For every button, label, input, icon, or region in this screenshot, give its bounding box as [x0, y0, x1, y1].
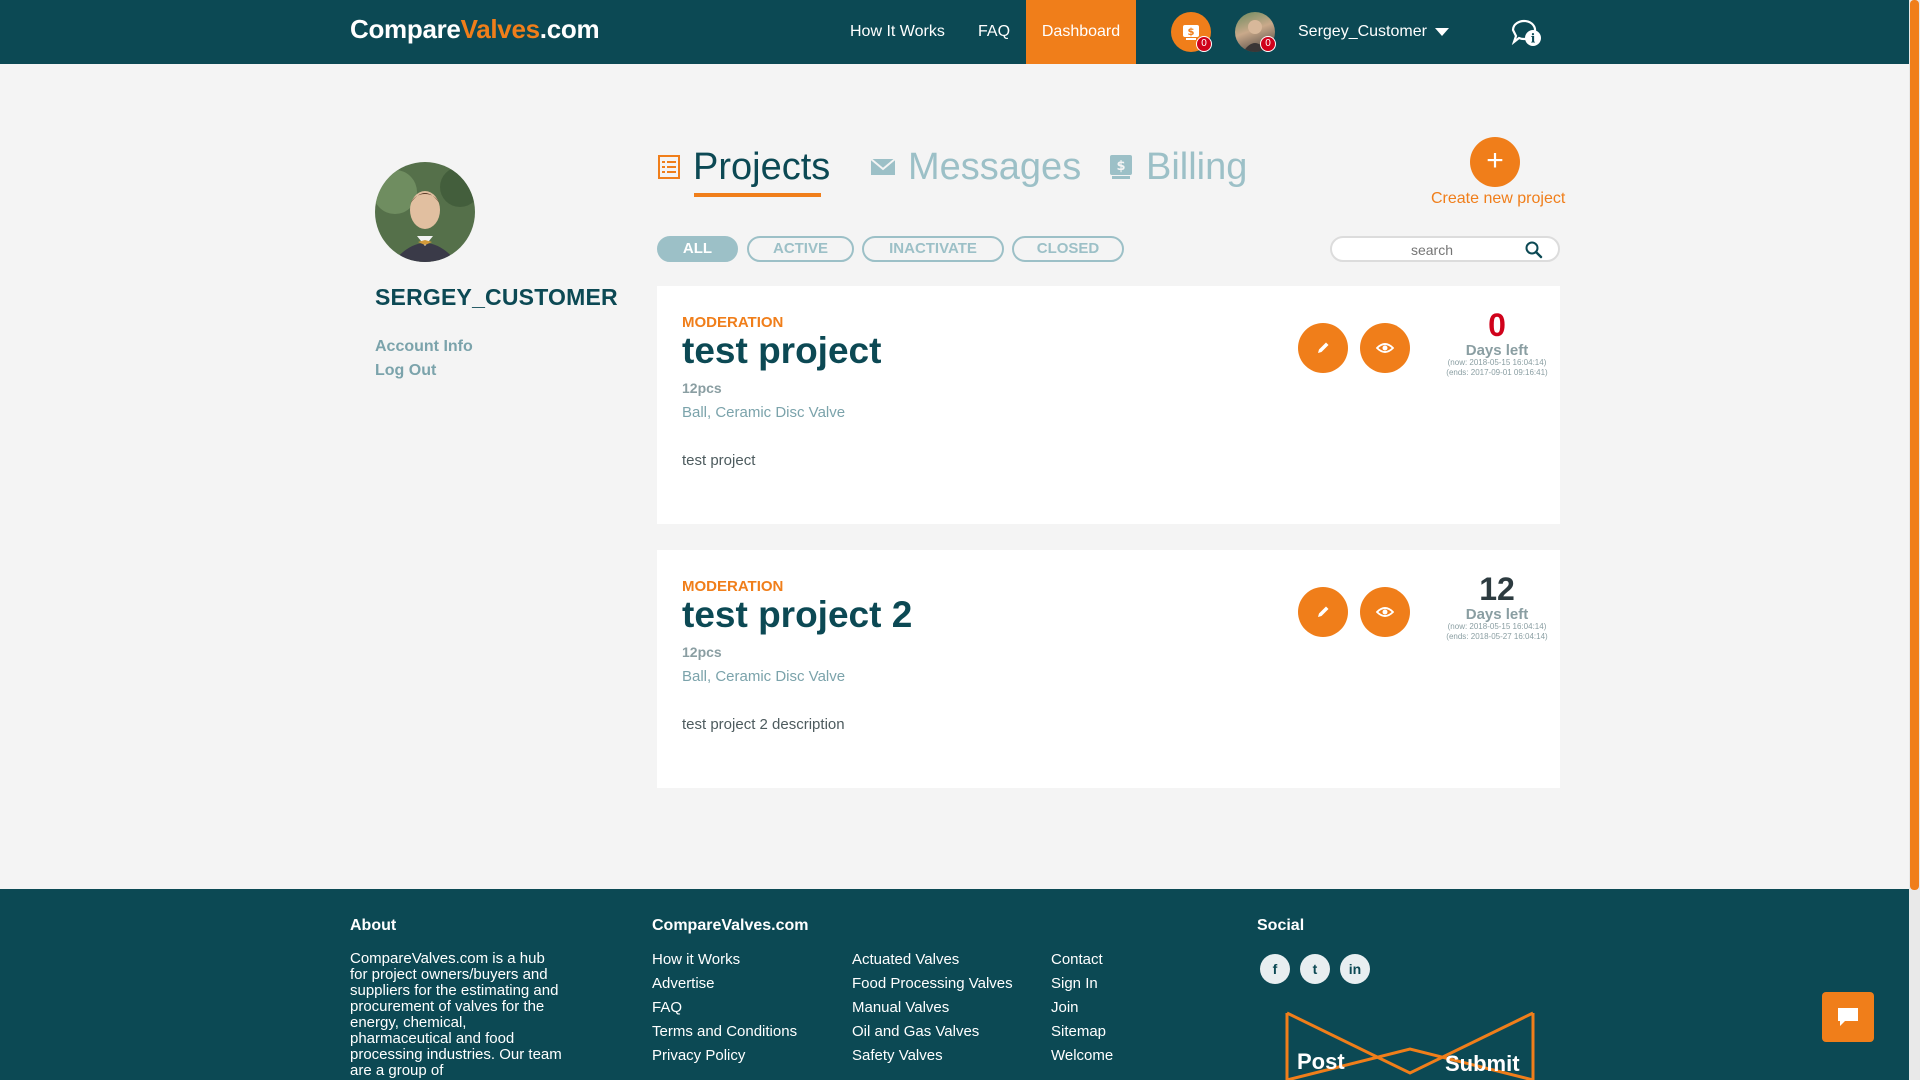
user-menu-label: Sergey_Customer	[1298, 23, 1427, 40]
pencil-icon	[1318, 342, 1329, 353]
project-valve-types: Ball, Ceramic Disc Valve	[682, 404, 846, 421]
footer-link[interactable]: Manual Valves	[852, 999, 1013, 1023]
site-logo[interactable]: CompareValves.com	[350, 14, 600, 45]
footer-link[interactable]: Oil and Gas Valves	[852, 1023, 1013, 1047]
footer-link[interactable]: Sign In	[1051, 975, 1113, 999]
search-input[interactable]	[1342, 240, 1522, 260]
footer-links-col-1: How it Works Advertise FAQ Terms and Con…	[652, 951, 797, 1071]
footer-about-text: CompareValves.com is a hub for project o…	[350, 950, 562, 1079]
page-scrollbar[interactable]	[1909, 0, 1920, 1080]
nav-faq[interactable]: FAQ	[978, 0, 1010, 64]
banner-post-text: Post	[1297, 1049, 1345, 1074]
project-description: test project 2 description	[682, 716, 845, 733]
project-status: MODERATION	[682, 578, 784, 595]
ends-timestamp: (ends: 2017-09-01 09:16:41)	[1446, 368, 1548, 377]
log-out-link[interactable]: Log Out	[375, 362, 436, 380]
chat-button[interactable]	[1822, 992, 1874, 1042]
envelope-icon	[870, 158, 896, 175]
project-description: test project	[682, 452, 756, 469]
footer-link[interactable]: How it Works	[652, 951, 797, 975]
footer-links-col-3: Contact Sign In Join Sitemap Welcome	[1051, 951, 1113, 1071]
footer-link[interactable]: Actuated Valves	[852, 951, 1013, 975]
twitter-icon[interactable]: t	[1300, 954, 1330, 984]
create-project-label[interactable]: Create new project	[1431, 190, 1565, 208]
nav-dashboard[interactable]: Dashboard	[1026, 0, 1136, 64]
edit-project-button[interactable]	[1298, 323, 1348, 373]
edit-project-button[interactable]	[1298, 587, 1348, 637]
footer-social-heading: Social	[1257, 917, 1305, 934]
days-left-count: 12	[1479, 571, 1515, 607]
ends-timestamp: (ends: 2018-05-27 16:04:14)	[1446, 632, 1548, 641]
tab-messages[interactable]: Messages	[870, 142, 1081, 192]
footer-link[interactable]: Safety Valves	[852, 1047, 1013, 1071]
project-quantity: 12pcs	[682, 380, 722, 396]
eye-icon	[1376, 607, 1394, 617]
days-left-count: 0	[1488, 307, 1506, 343]
tab-billing[interactable]: $ Billing	[1108, 142, 1247, 192]
footer-link[interactable]: Advertise	[652, 975, 797, 999]
billing-badge: 0	[1196, 36, 1212, 52]
promo-banner[interactable]: Post Submit	[1285, 1009, 1535, 1080]
filter-all[interactable]: ALL	[657, 236, 738, 262]
svg-text:$: $	[1188, 27, 1195, 38]
project-status: MODERATION	[682, 314, 784, 331]
tab-billing-label: Billing	[1146, 145, 1248, 188]
banner-submit-text: Submit	[1445, 1051, 1520, 1076]
days-left-block: 12 Days left (now: 2018-05-15 16:04:14) …	[1427, 570, 1567, 642]
linkedin-icon[interactable]: in	[1340, 954, 1370, 984]
project-quantity: 12pcs	[682, 644, 722, 660]
dollar-box-icon: $	[1110, 155, 1132, 179]
now-timestamp: (now: 2018-05-15 16:04:14)	[1447, 622, 1547, 631]
site-footer: About CompareValves.com is a hub for pro…	[0, 889, 1909, 1080]
footer-link[interactable]: Terms and Conditions	[652, 1023, 797, 1047]
svg-text:i: i	[1531, 32, 1536, 46]
nav-how-it-works[interactable]: How It Works	[850, 0, 945, 64]
info-chat-icon[interactable]: i	[1509, 18, 1543, 48]
footer-link[interactable]: FAQ	[652, 999, 797, 1023]
top-navbar: CompareValves.com How It Works FAQ Dashb…	[0, 0, 1909, 64]
footer-about-heading: About	[350, 917, 397, 934]
active-tab-indicator	[694, 193, 821, 197]
now-timestamp: (now: 2018-05-15 16:04:14)	[1447, 358, 1547, 367]
filter-inactivate[interactable]: INACTIVATE	[862, 236, 1004, 262]
pencil-icon	[1318, 606, 1329, 617]
project-card: MODERATION test project 12pcs Ball, Cera…	[657, 286, 1560, 524]
view-project-button[interactable]	[1360, 323, 1410, 373]
footer-link[interactable]: Sitemap	[1051, 1023, 1113, 1047]
create-project-button[interactable]: +	[1470, 137, 1520, 187]
tab-messages-label: Messages	[908, 145, 1082, 188]
footer-link[interactable]: Food Processing Valves	[852, 975, 1013, 999]
user-menu[interactable]: Sergey_Customer	[1298, 0, 1449, 64]
avatar-badge: 0	[1260, 36, 1276, 52]
scrollbar-thumb[interactable]	[1910, 0, 1919, 890]
list-icon	[658, 155, 680, 179]
facebook-icon[interactable]: f	[1260, 954, 1290, 984]
eye-icon	[1376, 343, 1394, 353]
footer-links-col-2: Actuated Valves Food Processing Valves M…	[852, 951, 1013, 1071]
account-info-link[interactable]: Account Info	[375, 338, 473, 356]
project-card: MODERATION test project 2 12pcs Ball, Ce…	[657, 550, 1560, 788]
project-title[interactable]: test project 2	[682, 594, 912, 636]
profile-photo	[375, 162, 475, 262]
chat-bubble-icon	[1838, 1008, 1858, 1026]
footer-link[interactable]: Privacy Policy	[652, 1047, 797, 1071]
search-icon[interactable]	[1524, 240, 1544, 260]
tab-projects[interactable]: Projects	[657, 142, 830, 192]
days-left-label: Days left	[1465, 342, 1529, 359]
project-title[interactable]: test project	[682, 330, 881, 372]
filter-closed[interactable]: CLOSED	[1012, 236, 1124, 262]
days-left-block: 0 Days left (now: 2018-05-15 16:04:14) (…	[1427, 306, 1567, 378]
footer-link[interactable]: Contact	[1051, 951, 1113, 975]
footer-site-heading: CompareValves.com	[652, 917, 809, 934]
svg-text:$: $	[1116, 159, 1125, 174]
sidebar-username: SERGEY_CUSTOMER	[375, 284, 618, 310]
project-valve-types: Ball, Ceramic Disc Valve	[682, 668, 846, 685]
footer-link[interactable]: Welcome	[1051, 1047, 1113, 1071]
chevron-down-icon	[1434, 27, 1449, 36]
tab-projects-label: Projects	[693, 145, 831, 188]
days-left-label: Days left	[1465, 606, 1529, 623]
footer-link[interactable]: Join	[1051, 999, 1113, 1023]
filter-active[interactable]: ACTIVE	[747, 236, 854, 262]
view-project-button[interactable]	[1360, 587, 1410, 637]
